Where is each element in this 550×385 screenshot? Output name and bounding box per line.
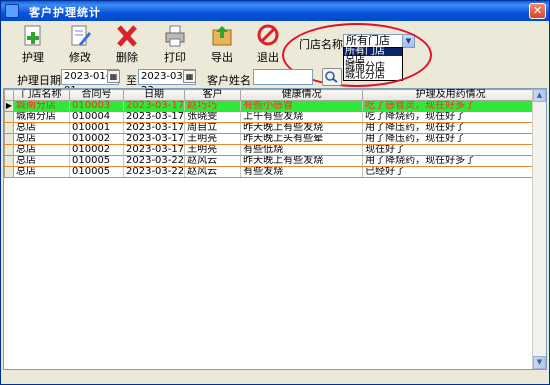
- row-header: [4, 144, 14, 156]
- cell[interactable]: 赵风云: [184, 155, 242, 167]
- scroll-up-icon[interactable]: ▲: [533, 89, 546, 102]
- column-header[interactable]: 门店名称: [13, 89, 70, 101]
- filter-bar: 护理日期： 2023-01-01 ▦ 至 2023-03-23 ▦ 客户姓名：: [1, 66, 549, 96]
- search-icon: [325, 71, 338, 83]
- cell[interactable]: 有些小感冒: [240, 100, 364, 112]
- cell[interactable]: 王明亮: [184, 144, 242, 156]
- cell[interactable]: 2023-03-17: [122, 144, 186, 156]
- cell[interactable]: 010005: [69, 155, 124, 167]
- table-row[interactable]: 总店 010002 2023-03-17 王明亮 有些低烧 现在好了: [4, 144, 540, 156]
- records-table: 门店名称 合同号 日期 客户 健康情况 护理及用药情况 ▶ 城南分店 01000…: [4, 89, 540, 178]
- edit-icon: [71, 25, 91, 46]
- table-row[interactable]: 总店 010005 2023-03-22 赵风云 有些发烧 已经好了: [4, 166, 540, 178]
- print-icon: [165, 25, 185, 47]
- table-row[interactable]: 总店 010002 2023-03-17 王明亮 昨天晚上头有些晕 用了降压药，…: [4, 133, 540, 145]
- column-header[interactable]: 合同号: [69, 89, 124, 101]
- exit-icon: [257, 24, 279, 46]
- date-to-label: 至: [126, 74, 137, 87]
- cell[interactable]: 总店: [13, 144, 70, 156]
- cell[interactable]: 现在好了: [362, 144, 540, 156]
- cell[interactable]: 010005: [69, 166, 124, 178]
- calendar-icon[interactable]: ▦: [183, 70, 196, 83]
- cell[interactable]: 2023-03-17: [122, 133, 186, 145]
- cell[interactable]: 010003: [69, 100, 124, 112]
- print-button[interactable]: 打印: [153, 24, 197, 66]
- edit-label: 修改: [69, 51, 91, 64]
- cell[interactable]: 吃了感冒灵，现在好多了: [362, 100, 540, 112]
- cell[interactable]: 2023-03-17: [122, 111, 186, 123]
- row-header-corner: [4, 89, 14, 101]
- close-button[interactable]: ✕: [529, 3, 546, 19]
- table-row[interactable]: 总店 010005 2023-03-22 赵风云 昨天晚上有些发烧 用了降烧药，…: [4, 155, 540, 167]
- main-window: 客户护理统计 ✕ 护理 修改 删除 打印 导出 退出 门店名称： 所有门店 ▼ …: [0, 0, 550, 385]
- table-row[interactable]: ▶ 城南分店 010003 2023-03-17 赵巧巧 有些小感冒 吃了感冒灵…: [4, 100, 540, 112]
- cell[interactable]: 王明亮: [184, 133, 242, 145]
- search-button[interactable]: [322, 68, 342, 86]
- cell[interactable]: 昨天晚上有些发烧: [240, 155, 364, 167]
- cell[interactable]: 昨天晚上有些发烧: [240, 122, 364, 134]
- cell[interactable]: 010002: [69, 133, 124, 145]
- cell[interactable]: 赵巧巧: [184, 100, 242, 112]
- cell[interactable]: 有些发烧: [240, 166, 364, 178]
- cell[interactable]: 010002: [69, 144, 124, 156]
- add-label: 护理: [22, 51, 44, 64]
- app-icon: [5, 4, 19, 18]
- cell[interactable]: 总店: [13, 166, 70, 178]
- row-header: [4, 155, 14, 167]
- vertical-scrollbar[interactable]: ▲ ▼: [532, 89, 546, 369]
- export-icon: [212, 26, 232, 46]
- cell[interactable]: 用了降压药，现在好了: [362, 122, 540, 134]
- title-bar: 客户护理统计 ✕: [1, 1, 549, 21]
- row-header: [4, 111, 14, 123]
- cell[interactable]: 已经好了: [362, 166, 540, 178]
- cell[interactable]: 用了降烧药，现在好多了: [362, 155, 540, 167]
- cell[interactable]: 总店: [13, 133, 70, 145]
- calendar-icon[interactable]: ▦: [107, 70, 120, 83]
- print-label: 打印: [164, 51, 186, 64]
- table-row[interactable]: 城南分店 010004 2023-03-17 张晓雯 上午有些发烧 吃了降烧药，…: [4, 111, 540, 123]
- row-header: [4, 133, 14, 145]
- cell[interactable]: 总店: [13, 122, 70, 134]
- cell[interactable]: 张晓雯: [184, 111, 242, 123]
- delete-icon: [117, 25, 137, 47]
- cell[interactable]: 城南分店: [13, 100, 70, 112]
- export-button[interactable]: 导出: [200, 24, 244, 66]
- cell[interactable]: 赵风云: [184, 166, 242, 178]
- cell[interactable]: 上午有些发烧: [240, 111, 364, 123]
- delete-label: 删除: [116, 51, 138, 64]
- table-row[interactable]: 总店 010001 2023-03-17 周自立 昨天晚上有些发烧 用了降压药，…: [4, 122, 540, 134]
- data-grid[interactable]: 门店名称 合同号 日期 客户 健康情况 护理及用药情况 ▶ 城南分店 01000…: [3, 88, 547, 370]
- cell[interactable]: 2023-03-17: [122, 122, 186, 134]
- close-icon: ✕: [532, 4, 543, 17]
- cell[interactable]: 2023-03-22: [122, 166, 186, 178]
- cell[interactable]: 总店: [13, 155, 70, 167]
- delete-button[interactable]: 删除: [105, 24, 149, 66]
- cell[interactable]: 2023-03-22: [122, 155, 186, 167]
- status-bar: [1, 371, 549, 384]
- add-icon: [24, 25, 41, 46]
- window-title: 客户护理统计: [29, 6, 101, 19]
- cell[interactable]: 2023-03-17: [122, 100, 186, 112]
- cell[interactable]: 有些低烧: [240, 144, 364, 156]
- customer-name-input[interactable]: [253, 69, 313, 85]
- current-row-indicator: ▶: [4, 100, 14, 112]
- cell[interactable]: 周自立: [184, 122, 242, 134]
- export-label: 导出: [211, 51, 233, 64]
- toolbar: 护理 修改 删除 打印 导出 退出: [1, 21, 549, 66]
- column-header[interactable]: 日期: [122, 89, 186, 101]
- scroll-down-icon[interactable]: ▼: [533, 356, 546, 369]
- cell[interactable]: 昨天晚上头有些晕: [240, 133, 364, 145]
- column-header[interactable]: 健康情况: [240, 89, 364, 101]
- row-header: [4, 122, 14, 134]
- cell[interactable]: 010004: [69, 111, 124, 123]
- row-header: [4, 166, 14, 178]
- cell[interactable]: 城南分店: [13, 111, 70, 123]
- cell[interactable]: 吃了降烧药，现在好了: [362, 111, 540, 123]
- cell[interactable]: 用了降压药，现在好了: [362, 133, 540, 145]
- cell[interactable]: 010001: [69, 122, 124, 134]
- column-header[interactable]: 护理及用药情况: [362, 89, 540, 101]
- column-header[interactable]: 客户: [184, 89, 242, 101]
- add-button[interactable]: 护理: [11, 24, 55, 66]
- edit-button[interactable]: 修改: [58, 24, 102, 66]
